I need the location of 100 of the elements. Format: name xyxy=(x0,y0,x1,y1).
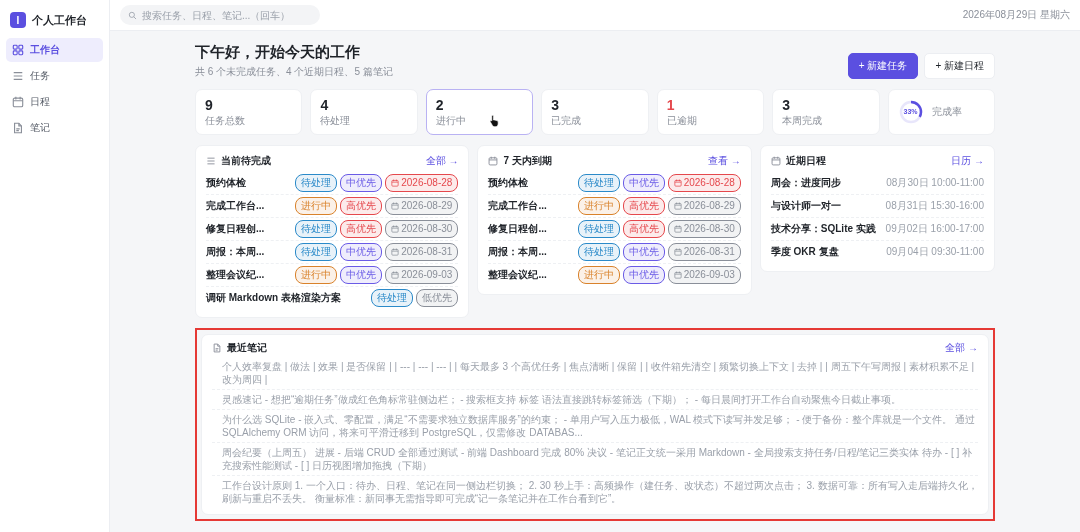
stat-label: 进行中 xyxy=(435,114,466,128)
stat-label: 完成率 xyxy=(931,105,962,119)
status-tag: 待处理 xyxy=(577,174,620,192)
priority-tag: 高优先 xyxy=(622,197,665,215)
search-field[interactable]: 搜索任务、日程、笔记...（回车） xyxy=(120,5,320,25)
priority-tag: 中优先 xyxy=(340,174,383,192)
calendar-icon xyxy=(673,179,682,187)
sidebar-item[interactable]: 日程 xyxy=(6,90,103,114)
event-title[interactable]: 与设计师一对一 xyxy=(770,199,841,213)
event-time: 09月02日 16:00-17:00 xyxy=(885,222,984,236)
task-name[interactable]: 调研 Markdown 表格渲染方案 xyxy=(206,291,341,305)
calendar-icon xyxy=(488,156,499,166)
task-name[interactable]: 修复日程创... xyxy=(488,222,547,236)
stat-card[interactable]: 1 已逾期 xyxy=(656,89,765,135)
stat-label: 已完成 xyxy=(551,114,582,128)
due-date-tag: 2026-09-03 xyxy=(385,266,459,284)
stat-card[interactable]: 3 本周完成 xyxy=(772,89,880,135)
task-name[interactable]: 预约体检 xyxy=(206,176,246,190)
stat-value: 4 xyxy=(320,96,329,114)
task-name[interactable]: 周报：本周... xyxy=(206,245,265,259)
event-title[interactable]: 技术分享：SQLite 实践 xyxy=(770,222,876,236)
priority-tag: 高优先 xyxy=(340,197,383,215)
event-title[interactable]: 周会：进度同步 xyxy=(770,176,841,190)
priority-tag: 中优先 xyxy=(622,174,665,192)
view-all-link[interactable]: 全部 → xyxy=(945,341,978,355)
event-title[interactable]: 季度 OKR 复盘 xyxy=(770,245,839,259)
stat-value: 9 xyxy=(205,96,213,114)
view-all-link[interactable]: 日历 → xyxy=(951,154,984,168)
stat-label: 任务总数 xyxy=(205,114,245,128)
task-name[interactable]: 整理会议纪... xyxy=(206,268,265,282)
status-tag: 待处理 xyxy=(295,174,338,192)
calendar-icon xyxy=(12,96,24,108)
due-date-tag: 2026-09-03 xyxy=(667,266,741,284)
task-name[interactable]: 整理会议纪... xyxy=(488,268,547,282)
sidebar-item[interactable]: 任务 xyxy=(6,64,103,88)
hand-cursor-icon xyxy=(488,114,500,127)
due-date-tag: 2026-08-28 xyxy=(385,174,459,192)
panel-title: 最近笔记 xyxy=(227,341,268,355)
status-tag: 待处理 xyxy=(371,289,414,307)
calendar-icon xyxy=(391,248,400,256)
list-icon xyxy=(12,70,24,82)
task-name[interactable]: 完成工作台... xyxy=(206,199,265,213)
due-date-tag: 2026-08-31 xyxy=(667,243,741,261)
priority-tag: 中优先 xyxy=(622,266,665,284)
calendar-icon xyxy=(391,225,400,233)
new-task-button[interactable]: + 新建任务 xyxy=(847,53,919,79)
current-date: 2026年08月29日 星期六 xyxy=(962,8,1070,22)
calendar-icon xyxy=(391,179,400,187)
status-tag: 待处理 xyxy=(577,220,620,238)
stat-label: 本周完成 xyxy=(782,114,823,128)
due-date-tag: 2026-08-30 xyxy=(385,220,459,238)
event-time: 09月04日 09:30-11:00 xyxy=(886,245,984,259)
task-name[interactable]: 预约体检 xyxy=(488,176,529,190)
stat-label: 待处理 xyxy=(320,114,351,128)
search-icon xyxy=(128,10,137,20)
stat-value: 3 xyxy=(551,96,560,114)
calendar-icon xyxy=(770,156,781,166)
stat-card[interactable]: 4 待处理 xyxy=(310,89,418,135)
priority-tag: 中优先 xyxy=(622,243,665,261)
status-tag: 待处理 xyxy=(295,243,338,261)
stat-card[interactable]: 3 已完成 xyxy=(541,89,649,135)
status-tag: 进行中 xyxy=(295,266,338,284)
sidebar-item[interactable]: 笔记 xyxy=(6,116,103,140)
task-name[interactable]: 修复日程创... xyxy=(206,222,265,236)
stat-value: 3 xyxy=(782,96,790,114)
task-name[interactable]: 周报：本周... xyxy=(488,245,547,259)
stat-value: 2 xyxy=(435,96,444,114)
document-icon xyxy=(212,343,222,353)
due-date-tag: 2026-08-30 xyxy=(667,220,741,238)
view-all-link[interactable]: 查看 → xyxy=(708,154,741,168)
due-date-tag: 2026-08-31 xyxy=(385,243,459,261)
sidebar-item[interactable]: 工作台 xyxy=(6,38,103,62)
stat-label: 已逾期 xyxy=(666,114,697,128)
page-subtitle: 共 6 个未完成任务、4 个近期日程、5 篇笔记 xyxy=(195,65,393,79)
panel-title: 当前待完成 xyxy=(221,154,272,168)
stat-card[interactable]: 9 任务总数 xyxy=(195,89,303,135)
progress-ring xyxy=(897,99,924,125)
calendar-icon xyxy=(391,271,400,279)
due-date-tag: 2026-08-29 xyxy=(667,197,741,215)
event-time: 08月31日 15:30-16:00 xyxy=(885,199,984,213)
app-logo: I xyxy=(10,12,26,28)
status-tag: 待处理 xyxy=(577,243,620,261)
view-all-link[interactable]: 全部 → xyxy=(425,154,459,168)
priority-tag: 中优先 xyxy=(340,266,383,284)
stat-card[interactable]: 2 进行中 xyxy=(425,89,534,135)
status-tag: 进行中 xyxy=(577,197,620,215)
new-event-button[interactable]: + 新建日程 xyxy=(924,53,995,79)
status-tag: 进行中 xyxy=(295,197,338,215)
calendar-icon xyxy=(673,202,682,210)
list-icon xyxy=(206,156,216,166)
task-name[interactable]: 完成工作台... xyxy=(488,199,547,213)
priority-tag: 低优先 xyxy=(416,289,459,307)
priority-tag: 高优先 xyxy=(622,220,665,238)
priority-tag: 中优先 xyxy=(340,243,383,261)
panel-title: 7 天内到期 xyxy=(503,154,553,168)
page-title: 下午好，开始今天的工作 xyxy=(195,43,361,62)
status-tag: 待处理 xyxy=(295,220,338,238)
due-date-tag: 2026-08-28 xyxy=(667,174,741,192)
due-date-tag: 2026-08-29 xyxy=(385,197,459,215)
calendar-icon xyxy=(673,225,682,233)
